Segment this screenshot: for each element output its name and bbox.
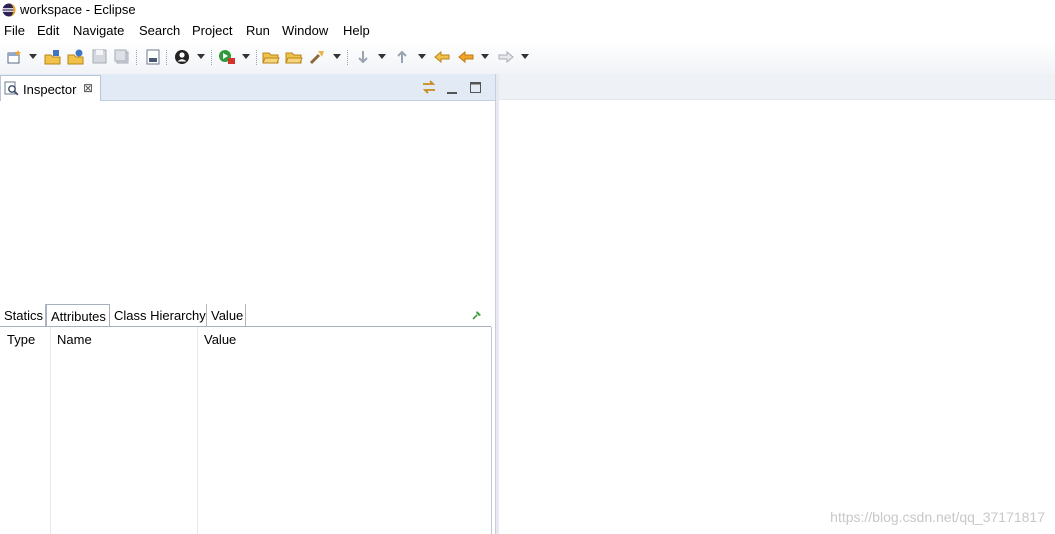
- close-icon[interactable]: ⊠: [83, 81, 93, 95]
- watermark: https://blog.csdn.net/qq_37171817: [830, 509, 1045, 525]
- toolbar-separator: [347, 50, 348, 65]
- tab-attributes[interactable]: Attributes: [46, 304, 110, 326]
- open-file-icon[interactable]: [285, 49, 303, 66]
- table-border: [491, 327, 492, 534]
- tab-statics[interactable]: Statics: [0, 304, 46, 326]
- back-dropdown-icon[interactable]: [481, 54, 489, 59]
- prev-annotation-icon[interactable]: [394, 49, 410, 66]
- next-annotation-icon[interactable]: [355, 49, 371, 66]
- open-project-icon[interactable]: [44, 49, 62, 66]
- attributes-table: Type Name Value: [0, 327, 492, 534]
- menu-search[interactable]: Search: [139, 23, 180, 38]
- back-icon[interactable]: [457, 49, 475, 66]
- last-edit-icon[interactable]: [433, 49, 451, 66]
- window-title: workspace - Eclipse: [20, 2, 136, 17]
- pin-icon[interactable]: [472, 308, 483, 323]
- tools-icon[interactable]: [309, 49, 327, 66]
- column-header-value[interactable]: Value: [204, 332, 236, 347]
- column-separator[interactable]: [197, 327, 198, 534]
- column-header-type[interactable]: Type: [7, 332, 35, 347]
- forward-dropdown-icon[interactable]: [521, 54, 529, 59]
- menu-navigate[interactable]: Navigate: [73, 23, 124, 38]
- toolbar-separator: [256, 50, 257, 65]
- toolbar-separator: [136, 50, 137, 65]
- run-dropdown-icon[interactable]: [242, 54, 250, 59]
- forward-icon[interactable]: [497, 49, 515, 66]
- maximize-icon[interactable]: [470, 81, 481, 96]
- menu-file[interactable]: File: [4, 23, 25, 38]
- prev-annotation-dropdown-icon[interactable]: [418, 54, 426, 59]
- open-type-icon[interactable]: [67, 49, 85, 66]
- editor-header: [499, 74, 1055, 100]
- menu-edit[interactable]: Edit: [37, 23, 59, 38]
- column-header-name[interactable]: Name: [57, 332, 92, 347]
- user-dropdown-icon[interactable]: [197, 54, 205, 59]
- new-dropdown-icon[interactable]: [29, 54, 37, 59]
- inspector-tabs: Statics Attributes Class Hierarchy Value: [0, 302, 495, 326]
- run-icon[interactable]: [218, 49, 236, 66]
- menu-bar: File Edit Navigate Search Project Run Wi…: [0, 20, 1055, 41]
- eclipse-logo-icon: [2, 3, 16, 17]
- new-icon[interactable]: [6, 49, 22, 66]
- menu-window[interactable]: Window: [282, 23, 328, 38]
- toolbar-separator: [166, 50, 167, 65]
- tab-inspector[interactable]: Inspector ⊠: [0, 75, 101, 101]
- menu-run[interactable]: Run: [246, 23, 270, 38]
- inspector-icon: [4, 81, 19, 99]
- menu-help[interactable]: Help: [343, 23, 370, 38]
- binary-icon[interactable]: [145, 49, 161, 66]
- minimize-icon[interactable]: [447, 83, 457, 98]
- save-icon[interactable]: [92, 49, 107, 66]
- tools-dropdown-icon[interactable]: [333, 54, 341, 59]
- user-icon[interactable]: [174, 49, 190, 66]
- next-annotation-dropdown-icon[interactable]: [378, 54, 386, 59]
- title-bar: workspace - Eclipse: [0, 0, 1055, 20]
- tab-class-hierarchy[interactable]: Class Hierarchy: [110, 304, 207, 326]
- main-toolbar: [0, 41, 1055, 74]
- editor-area: [499, 74, 1055, 534]
- inspector-tab-label: Inspector: [23, 82, 77, 97]
- tab-value[interactable]: Value: [207, 304, 246, 326]
- menu-project[interactable]: Project: [192, 23, 232, 38]
- column-separator[interactable]: [50, 327, 51, 534]
- open-folder-icon[interactable]: [262, 49, 280, 66]
- sync-icon[interactable]: [421, 79, 437, 98]
- save-all-icon[interactable]: [114, 49, 129, 66]
- view-header: Inspector ⊠: [0, 74, 495, 101]
- toolbar-separator: [211, 50, 212, 65]
- inspector-view: Inspector ⊠ Statics Attributes Class Hie…: [0, 74, 496, 534]
